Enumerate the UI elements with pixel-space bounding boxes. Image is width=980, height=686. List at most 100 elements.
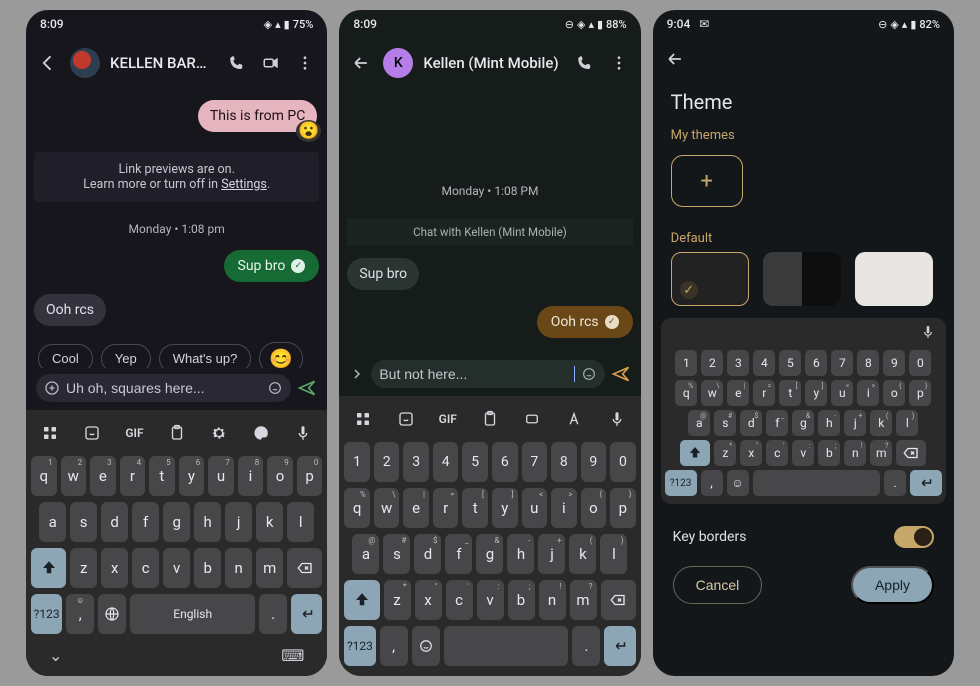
nav-down-icon[interactable]: ⌄ <box>49 646 62 666</box>
clipboard-icon[interactable] <box>477 406 503 432</box>
key-o[interactable]: o{ <box>581 488 607 528</box>
key-a[interactable]: a <box>39 502 66 542</box>
emoji-picker-icon[interactable] <box>267 380 283 396</box>
key-3[interactable]: 3 <box>403 442 429 482</box>
avatar[interactable] <box>70 48 100 78</box>
key-a[interactable]: a@ <box>352 534 379 574</box>
plus-icon[interactable] <box>44 380 60 396</box>
gif-icon[interactable]: GIF <box>121 420 147 446</box>
palette-icon[interactable] <box>248 420 274 446</box>
key-g[interactable]: g& <box>792 410 814 436</box>
key-b[interactable]: b; <box>508 580 535 620</box>
key-8[interactable]: 8 <box>857 350 879 376</box>
key-m[interactable]: m? <box>570 580 597 620</box>
key-u[interactable]: u< <box>831 380 853 406</box>
message-out[interactable]: This is from PC 😮 <box>198 100 317 132</box>
enter-key[interactable] <box>910 470 942 496</box>
key-6[interactable]: 6 <box>805 350 827 376</box>
more-icon[interactable] <box>293 51 317 75</box>
key-q[interactable]: q% <box>675 380 697 406</box>
composer-input[interactable] <box>379 366 571 382</box>
message-out[interactable]: Ooh rcs ✓ <box>537 306 633 338</box>
key-x[interactable]: x" <box>415 580 442 620</box>
key-1[interactable]: 1 <box>344 442 370 482</box>
chat-title[interactable]: KELLEN BARR... <box>110 54 215 72</box>
add-theme-button[interactable]: + <box>671 155 743 207</box>
key-p[interactable]: p} <box>610 488 636 528</box>
emoji-key[interactable] <box>412 626 440 666</box>
composer-field[interactable] <box>371 360 604 388</box>
globe-key[interactable] <box>98 594 126 634</box>
key-c[interactable]: c <box>132 548 159 588</box>
theme-tile-light[interactable] <box>855 252 933 306</box>
composer-field[interactable] <box>36 374 291 402</box>
key-y[interactable]: y] <box>492 488 518 528</box>
emoji-picker-icon[interactable] <box>581 366 597 382</box>
key-f[interactable]: f <box>132 502 159 542</box>
key-2[interactable]: 2 <box>701 350 723 376</box>
expand-icon[interactable] <box>349 366 365 382</box>
key-0[interactable]: 0 <box>909 350 931 376</box>
chip-cool[interactable]: Cool <box>38 344 93 368</box>
key-7[interactable]: 7 <box>831 350 853 376</box>
key-n[interactable]: n! <box>539 580 566 620</box>
reaction-emoji[interactable]: 😮 <box>296 120 321 142</box>
key-w[interactable]: w2 <box>61 456 87 496</box>
video-icon[interactable] <box>259 51 283 75</box>
period-key[interactable]: . <box>884 470 906 496</box>
textedit-icon[interactable] <box>561 406 587 432</box>
mic-icon[interactable] <box>290 420 316 446</box>
chip-emoji[interactable]: 😊 <box>259 342 303 368</box>
shift-key[interactable] <box>680 440 710 466</box>
key-v[interactable]: v: <box>477 580 504 620</box>
key-d[interactable]: d$ <box>414 534 441 574</box>
key-k[interactable]: k( <box>870 410 892 436</box>
key-v[interactable]: v <box>163 548 190 588</box>
key-g[interactable]: g& <box>476 534 503 574</box>
enter-key[interactable] <box>291 594 322 634</box>
theme-tile-selected[interactable] <box>671 252 749 306</box>
key-e[interactable]: e| <box>403 488 429 528</box>
keyboard-switch-icon[interactable]: ⌨ <box>281 646 304 666</box>
key-p[interactable]: p0 <box>297 456 323 496</box>
key-6[interactable]: 6 <box>492 442 518 482</box>
key-t[interactable]: t[ <box>779 380 801 406</box>
back-icon[interactable] <box>36 51 60 75</box>
key-u[interactable]: u< <box>522 488 548 528</box>
key-z[interactable]: z* <box>384 580 411 620</box>
key-8[interactable]: 8 <box>551 442 577 482</box>
key-t[interactable]: t[ <box>462 488 488 528</box>
chip-whatsup[interactable]: What's up? <box>159 344 252 368</box>
key-t[interactable]: t5 <box>149 456 175 496</box>
message-in[interactable]: Ooh rcs <box>34 294 106 326</box>
key-z[interactable]: z* <box>714 440 736 466</box>
key-f[interactable]: f_ <box>445 534 472 574</box>
key-1[interactable]: 1 <box>675 350 697 376</box>
backspace-key[interactable] <box>287 548 322 588</box>
more-icon[interactable] <box>607 51 631 75</box>
key-l[interactable]: l) <box>600 534 627 574</box>
back-icon[interactable] <box>663 47 687 71</box>
key-x[interactable]: x <box>101 548 128 588</box>
key-y[interactable]: y6 <box>179 456 205 496</box>
sticker-icon[interactable] <box>393 406 419 432</box>
key-c[interactable]: c' <box>766 440 788 466</box>
chip-yep[interactable]: Yep <box>101 344 151 368</box>
symbols-key[interactable]: ?123 <box>31 594 62 634</box>
key-f[interactable]: f_ <box>766 410 788 436</box>
key-r[interactable]: r= <box>753 380 775 406</box>
key-n[interactable]: n! <box>844 440 866 466</box>
key-z[interactable]: z <box>70 548 97 588</box>
apply-button[interactable]: Apply <box>851 566 934 604</box>
key-4[interactable]: 4 <box>433 442 459 482</box>
key-w[interactable]: w\ <box>701 380 723 406</box>
apps-icon[interactable] <box>37 420 63 446</box>
enter-key[interactable] <box>604 626 635 666</box>
key-i[interactable]: i8 <box>238 456 264 496</box>
key-5[interactable]: 5 <box>779 350 801 376</box>
period-key[interactable]: . <box>259 594 287 634</box>
key-g[interactable]: g <box>163 502 190 542</box>
mic-icon[interactable] <box>604 406 630 432</box>
key-j[interactable]: j+ <box>538 534 565 574</box>
key-h[interactable]: h- <box>818 410 840 436</box>
